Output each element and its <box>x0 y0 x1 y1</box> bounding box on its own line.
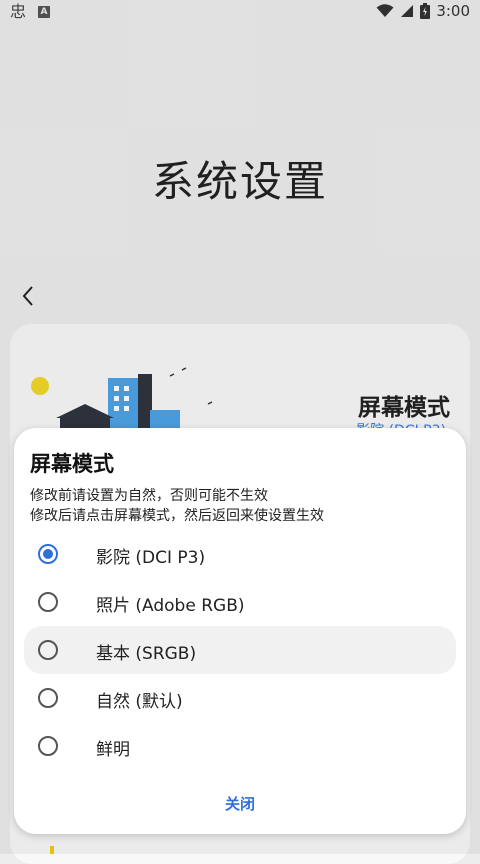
close-button[interactable]: 关闭 <box>14 793 466 814</box>
option-label: 自然 (默认) <box>96 692 183 712</box>
card-accent-peek <box>50 846 54 854</box>
option-photo[interactable]: 照片 (Adobe RGB) <box>24 578 456 626</box>
screen-mode-dialog: 屏幕模式 修改前请设置为自然，否则可能不生效 修改后请点击屏幕模式，然后返回来使… <box>14 428 466 834</box>
dialog-desc-line-1: 修改前请设置为自然，否则可能不生效 <box>30 488 268 504</box>
option-basic[interactable]: 基本 (SRGB) <box>24 626 456 674</box>
option-label: 基本 (SRGB) <box>96 644 197 664</box>
radio-icon[interactable] <box>38 592 58 612</box>
dialog-desc-line-2: 修改后请点击屏幕模式，然后返回来使设置生效 <box>30 508 324 524</box>
radio-checked-icon[interactable] <box>38 544 58 564</box>
option-label: 鲜明 <box>96 740 130 760</box>
dialog-title: 屏幕模式 <box>30 452 114 476</box>
option-cinema[interactable]: 影院 (DCI P3) <box>24 530 456 578</box>
option-vivid[interactable]: 鲜明 <box>24 722 456 770</box>
radio-icon[interactable] <box>38 736 58 756</box>
option-natural[interactable]: 自然 (默认) <box>24 674 456 722</box>
radio-icon[interactable] <box>38 640 58 660</box>
dialog-description: 修改前请设置为自然，否则可能不生效 修改后请点击屏幕模式，然后返回来使设置生效 <box>30 486 324 526</box>
option-label: 影院 (DCI P3) <box>96 548 206 568</box>
option-label: 照片 (Adobe RGB) <box>96 596 245 616</box>
mode-options: 影院 (DCI P3) 照片 (Adobe RGB) 基本 (SRGB) 自然 … <box>24 530 456 770</box>
radio-icon[interactable] <box>38 688 58 708</box>
